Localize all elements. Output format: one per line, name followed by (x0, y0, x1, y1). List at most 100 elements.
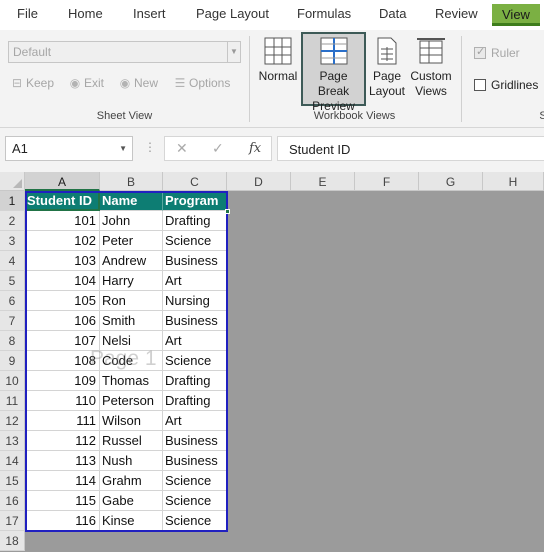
tab-review[interactable]: Review (435, 6, 478, 21)
sheet-view-dropdown[interactable]: Default ▼ (8, 41, 241, 63)
row-header-6[interactable]: 6 (0, 291, 25, 311)
table-cell-program[interactable]: Business (163, 251, 227, 271)
table-cell-name[interactable]: Nush (100, 451, 163, 471)
table-cell-name[interactable]: Peter (100, 231, 163, 251)
fill-handle[interactable] (225, 209, 230, 214)
tab-page-layout[interactable]: Page Layout (196, 6, 269, 21)
column-header-d[interactable]: D (227, 172, 291, 191)
tab-view[interactable]: View (492, 4, 540, 26)
column-header-a[interactable]: A (25, 172, 100, 191)
table-cell-program[interactable]: Art (163, 331, 227, 351)
page-layout-view-button[interactable]: Page Layout (368, 34, 406, 106)
normal-view-button[interactable]: Normal (257, 34, 299, 106)
row-header-17[interactable]: 17 (0, 511, 25, 531)
table-cell-name[interactable]: Nelsi (100, 331, 163, 351)
column-header-b[interactable]: B (100, 172, 163, 191)
table-cell-student-id[interactable]: 115 (25, 491, 100, 511)
row-header-1[interactable]: 1 (0, 191, 25, 211)
table-cell-student-id[interactable]: 101 (25, 211, 100, 231)
keep-button[interactable]: ⊟ Keep (10, 76, 54, 90)
row-header-13[interactable]: 13 (0, 431, 25, 451)
table-cell-program[interactable]: Science (163, 231, 227, 251)
table-cell-student-id[interactable]: 102 (25, 231, 100, 251)
gridlines-checkbox[interactable]: Gridlines (474, 78, 538, 92)
table-cell-student-id[interactable]: 114 (25, 471, 100, 491)
row-header-3[interactable]: 3 (0, 231, 25, 251)
column-header-f[interactable]: F (355, 172, 419, 191)
page-break-preview-button[interactable]: Page Break Preview (301, 32, 366, 113)
table-cell-name[interactable]: Thomas (100, 371, 163, 391)
table-cell-name[interactable]: Ron (100, 291, 163, 311)
column-header-h[interactable]: H (483, 172, 544, 191)
cancel-icon[interactable]: ✕ (176, 140, 188, 157)
insert-function-icon[interactable]: fx (249, 141, 261, 156)
row-header-14[interactable]: 14 (0, 451, 25, 471)
table-cell-student-id[interactable]: 105 (25, 291, 100, 311)
select-all-corner[interactable] (0, 172, 25, 191)
table-cell-student-id[interactable]: 112 (25, 431, 100, 451)
column-header-c[interactable]: C (163, 172, 227, 191)
tab-data[interactable]: Data (379, 6, 406, 21)
table-cell-student-id[interactable]: 103 (25, 251, 100, 271)
name-box[interactable]: A1 ▼ (5, 136, 133, 161)
row-header-7[interactable]: 7 (0, 311, 25, 331)
row-header-4[interactable]: 4 (0, 251, 25, 271)
table-cell-name[interactable]: Wilson (100, 411, 163, 431)
table-cell-student-id[interactable]: 111 (25, 411, 100, 431)
row-header-12[interactable]: 12 (0, 411, 25, 431)
table-cell-name[interactable]: Russel (100, 431, 163, 451)
table-cell-program[interactable]: Business (163, 311, 227, 331)
table-cell-program[interactable]: Science (163, 511, 227, 531)
table-cell-name[interactable]: Smith (100, 311, 163, 331)
formula-input[interactable]: Student ID (277, 136, 544, 161)
table-cell-program[interactable]: Science (163, 351, 227, 371)
enter-icon[interactable]: ✓ (212, 140, 224, 157)
table-cell-name[interactable]: Andrew (100, 251, 163, 271)
row-header-11[interactable]: 11 (0, 391, 25, 411)
exit-button[interactable]: ◉ Exit (68, 76, 104, 90)
row-header-9[interactable]: 9 (0, 351, 25, 371)
table-cell-program[interactable]: Nursing (163, 291, 227, 311)
options-button[interactable]: ☰ Options (173, 76, 231, 90)
tab-formulas[interactable]: Formulas (297, 6, 351, 21)
table-cell-program[interactable]: Art (163, 411, 227, 431)
table-cell-name[interactable]: Harry (100, 271, 163, 291)
table-cell-name[interactable]: Gabe (100, 491, 163, 511)
row-header-5[interactable]: 5 (0, 271, 25, 291)
table-cell-name[interactable]: Grahm (100, 471, 163, 491)
row-header-16[interactable]: 16 (0, 491, 25, 511)
worksheet-grid[interactable]: A B C D E F G H 1 2 3 4 5 6 7 8 9 10 11 12 13 14 15 16 1… (0, 172, 544, 552)
row-header-15[interactable]: 15 (0, 471, 25, 491)
table-cell-student-id[interactable]: 109 (25, 371, 100, 391)
ruler-checkbox[interactable]: Ruler (474, 45, 520, 60)
table-cell-program[interactable]: Science (163, 491, 227, 511)
table-cell-program[interactable]: Business (163, 431, 227, 451)
custom-views-button[interactable]: Custom Views (408, 34, 454, 106)
table-cell-name[interactable]: Code (100, 351, 163, 371)
table-cell-name[interactable]: Kinse (100, 511, 163, 531)
header-cell-name[interactable]: Name (100, 191, 163, 211)
row-header-2[interactable]: 2 (0, 211, 25, 231)
table-cell-program[interactable]: Drafting (163, 371, 227, 391)
tab-home[interactable]: Home (68, 6, 103, 21)
table-cell-student-id[interactable]: 113 (25, 451, 100, 471)
new-button[interactable]: ◉ New (118, 76, 158, 90)
row-header-10[interactable]: 10 (0, 371, 25, 391)
row-header-18[interactable]: 18 (0, 531, 25, 551)
table-cell-student-id[interactable]: 116 (25, 511, 100, 531)
row-header-8[interactable]: 8 (0, 331, 25, 351)
header-cell-program[interactable]: Program (163, 191, 227, 211)
column-header-g[interactable]: G (419, 172, 483, 191)
tab-file[interactable]: File (17, 6, 38, 21)
table-cell-student-id[interactable]: 106 (25, 311, 100, 331)
table-cell-student-id[interactable]: 107 (25, 331, 100, 351)
table-cell-name[interactable]: Peterson (100, 391, 163, 411)
column-header-e[interactable]: E (291, 172, 355, 191)
table-cell-program[interactable]: Art (163, 271, 227, 291)
table-cell-student-id[interactable]: 108 (25, 351, 100, 371)
table-cell-program[interactable]: Business (163, 451, 227, 471)
header-cell-student-id[interactable]: Student ID (25, 191, 100, 211)
table-cell-program[interactable]: Science (163, 471, 227, 491)
table-cell-student-id[interactable]: 110 (25, 391, 100, 411)
table-cell-student-id[interactable]: 104 (25, 271, 100, 291)
